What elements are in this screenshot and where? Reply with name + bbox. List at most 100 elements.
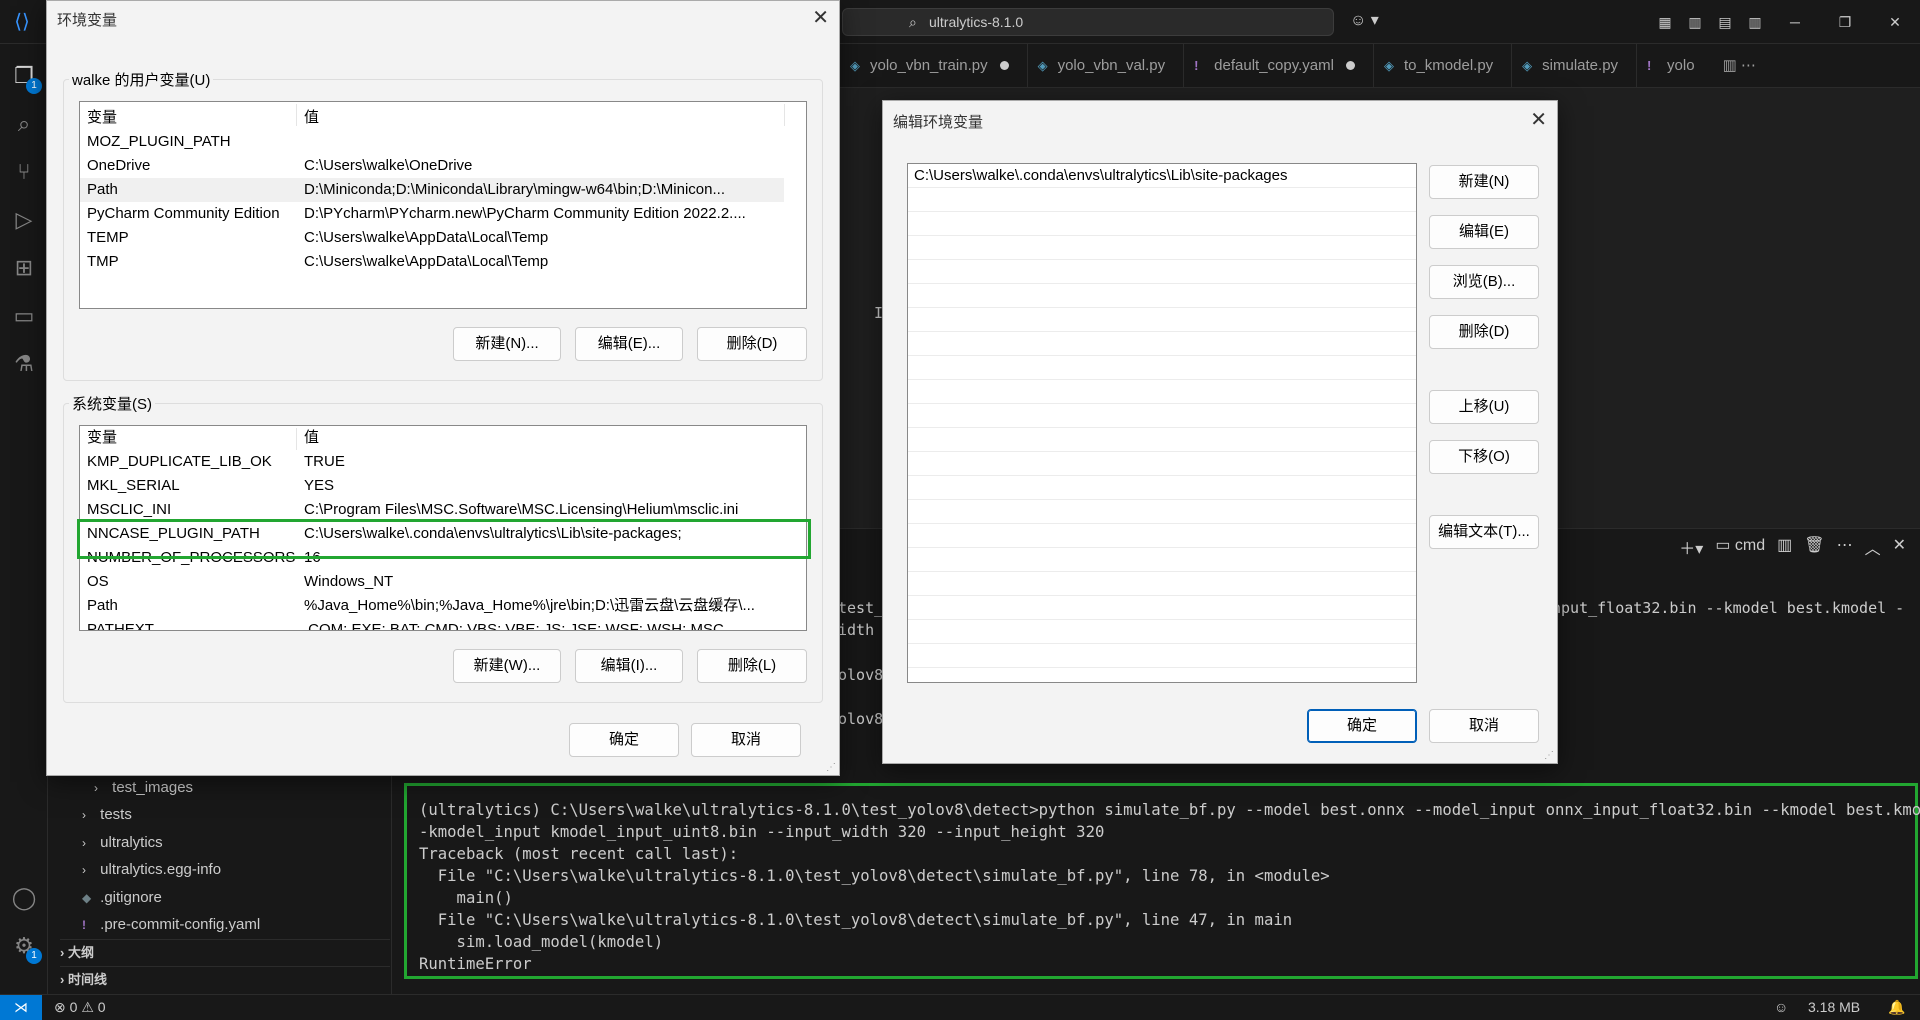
list-item-empty[interactable] [908, 572, 1416, 596]
system-delete-button[interactable]: 删除(L) [697, 649, 807, 683]
list-item-empty[interactable] [908, 308, 1416, 332]
extensions-icon[interactable]: ⊞ [10, 254, 38, 282]
table-row[interactable]: TEMP C:\Users\walke\AppData\Local\Temp [80, 226, 784, 250]
terminal-shell-icon[interactable]: ▭ cmd [1715, 535, 1765, 559]
tab-to-kmodel[interactable]: ◈ to_kmodel.py [1374, 44, 1513, 88]
table-row[interactable]: TMP C:\Users\walke\AppData\Local\Temp [80, 250, 784, 274]
resize-grip-icon[interactable]: ⋰ [1544, 750, 1554, 761]
table-row[interactable]: Path %Java_Home%\bin;%Java_Home%\jre\bin;… [80, 594, 784, 618]
list-item-empty[interactable] [908, 236, 1416, 260]
system-edit-button[interactable]: 编辑(I)... [575, 649, 683, 683]
kill-terminal-icon[interactable]: 🗑 [1804, 535, 1824, 559]
tab-yolo[interactable]: ! yolo [1637, 44, 1713, 88]
source-control-icon[interactable]: ⑂ [10, 158, 38, 186]
toggle-sidebar-icon[interactable]: ▥ [1680, 0, 1710, 44]
system-new-button[interactable]: 新建(W)... [453, 649, 561, 683]
col-header-value[interactable]: 值 [304, 106, 774, 130]
window-close-icon[interactable]: ✕ [1870, 0, 1920, 44]
new-terminal-icon[interactable]: ＋▾ [1679, 535, 1703, 559]
minimize-icon[interactable]: ─ [1770, 0, 1820, 44]
table-row[interactable]: OneDrive C:\Users\walke\OneDrive [80, 154, 784, 178]
tree-item-tests[interactable]: › tests [48, 801, 392, 828]
list-item-empty[interactable] [908, 332, 1416, 356]
user-vars-list[interactable]: 变量 值 MOZ_PLUGIN_PATH OneDrive C:\Users\wa… [79, 101, 807, 309]
command-center-search[interactable]: ⌕ ultralytics-8.1.0 [842, 8, 1334, 36]
split-terminal-icon[interactable]: ▥ [1777, 535, 1792, 559]
tree-item-egg-info[interactable]: › ultralytics.egg-info [48, 856, 392, 883]
col-header-variable[interactable]: 变量 [87, 106, 297, 130]
move-up-button[interactable]: 上移(U) [1429, 390, 1539, 424]
table-row[interactable]: MKL_SERIAL YES [80, 474, 784, 498]
tab-yolo-vbn-train[interactable]: ◈ yolo_vbn_train.py [840, 44, 1028, 88]
notifications-bell-icon[interactable]: 🔔 [1888, 995, 1905, 1020]
list-item-empty[interactable] [908, 524, 1416, 548]
copilot-icon[interactable]: ☺ ▾ [1350, 10, 1379, 30]
maximize-panel-icon[interactable]: ︿ [1865, 535, 1881, 559]
tab-yolo-vbn-val[interactable]: ◈ yolo_vbn_val.py [1028, 44, 1185, 88]
list-item-empty[interactable] [908, 356, 1416, 380]
list-item-empty[interactable] [908, 404, 1416, 428]
list-item-empty[interactable] [908, 644, 1416, 668]
tree-item-ultralytics[interactable]: › ultralytics [48, 829, 392, 856]
list-item-empty[interactable] [908, 548, 1416, 572]
col-header-value[interactable]: 值 [304, 426, 774, 450]
more-actions-icon[interactable]: ⋯ [1837, 535, 1853, 559]
split-editor-icon[interactable]: ▥ ⋯ [1713, 44, 1766, 88]
problems-indicator[interactable]: ⊗ 0 ⚠ 0 [54, 995, 106, 1020]
customize-layout-icon[interactable]: ▦ [1650, 0, 1680, 44]
list-item-empty[interactable] [908, 476, 1416, 500]
remote-explorer-icon[interactable]: ▭ [10, 302, 38, 330]
table-row[interactable]: OS Windows_NT [80, 570, 784, 594]
close-icon[interactable]: ✕ [1530, 107, 1547, 132]
col-header-variable[interactable]: 变量 [87, 426, 297, 450]
cancel-button[interactable]: 取消 [1429, 709, 1539, 743]
list-item-empty[interactable] [908, 284, 1416, 308]
list-item-empty[interactable] [908, 260, 1416, 284]
user-delete-button[interactable]: 删除(D) [697, 327, 807, 361]
tree-item-pre-commit[interactable]: ! .pre-commit-config.yaml [48, 911, 392, 938]
list-item-empty[interactable] [908, 596, 1416, 620]
table-row[interactable]: MOZ_PLUGIN_PATH [80, 130, 784, 154]
move-down-button[interactable]: 下移(O) [1429, 440, 1539, 474]
list-item-empty[interactable] [908, 188, 1416, 212]
edit-entry-button[interactable]: 编辑(E) [1429, 215, 1539, 249]
copilot-status-icon[interactable]: ☺ [1774, 995, 1788, 1020]
delete-entry-button[interactable]: 删除(D) [1429, 315, 1539, 349]
ok-button[interactable]: 确定 [569, 723, 679, 757]
resize-grip-icon[interactable]: ⋰ [826, 762, 836, 773]
edit-text-button[interactable]: 编辑文本(T)... [1429, 515, 1539, 549]
cancel-button[interactable]: 取消 [691, 723, 801, 757]
outline-section[interactable]: › 大纲 [60, 939, 390, 965]
timeline-section[interactable]: › 时间线 [60, 966, 390, 992]
ok-button[interactable]: 确定 [1307, 709, 1417, 743]
run-debug-icon[interactable]: ▷ [10, 206, 38, 234]
tree-item-test-images[interactable]: › test_images [48, 774, 392, 801]
tab-simulate[interactable]: ◈ simulate.py [1512, 44, 1638, 88]
testing-icon[interactable]: ⚗ [10, 350, 38, 378]
list-item-empty[interactable] [908, 620, 1416, 644]
table-row[interactable]: KMP_DUPLICATE_LIB_OK TRUE [80, 450, 784, 474]
list-item-empty[interactable] [908, 380, 1416, 404]
close-panel-icon[interactable]: ✕ [1893, 535, 1906, 559]
table-row[interactable]: PATHEXT .COM;.EXE;.BAT;.CMD;.VBS;.VBE;.JS… [80, 618, 784, 630]
close-icon[interactable]: ✕ [812, 5, 829, 30]
user-edit-button[interactable]: 编辑(E)... [575, 327, 683, 361]
list-item[interactable]: C:\Users\walke\.conda\envs\ultralytics\L… [908, 164, 1416, 188]
accounts-icon[interactable]: ◯ [10, 884, 38, 912]
new-entry-button[interactable]: 新建(N) [1429, 165, 1539, 199]
toggle-panel-icon[interactable]: ▤ [1710, 0, 1740, 44]
table-row[interactable]: PyCharm Community Edition D:\PYcharm\PYch… [80, 202, 784, 226]
table-row-selected[interactable]: Path D:\Miniconda;D:\Miniconda\Library\mi… [80, 178, 784, 202]
list-item-empty[interactable] [908, 500, 1416, 524]
restore-icon[interactable]: ❐ [1820, 0, 1870, 44]
toggle-secondary-sidebar-icon[interactable]: ▥ [1740, 0, 1770, 44]
user-new-button[interactable]: 新建(N)... [453, 327, 561, 361]
tab-default-copy-yaml[interactable]: ! default_copy.yaml [1184, 44, 1374, 88]
browse-button[interactable]: 浏览(B)... [1429, 265, 1539, 299]
remote-indicator-icon[interactable]: ⋊ [0, 995, 42, 1020]
list-item-empty[interactable] [908, 428, 1416, 452]
list-item-empty[interactable] [908, 452, 1416, 476]
terminal-output-highlighted[interactable]: (ultralytics) C:\Users\walke\ultralytics… [404, 783, 1920, 979]
list-item-empty[interactable] [908, 212, 1416, 236]
tree-item-gitignore[interactable]: ◆ .gitignore [48, 884, 392, 911]
